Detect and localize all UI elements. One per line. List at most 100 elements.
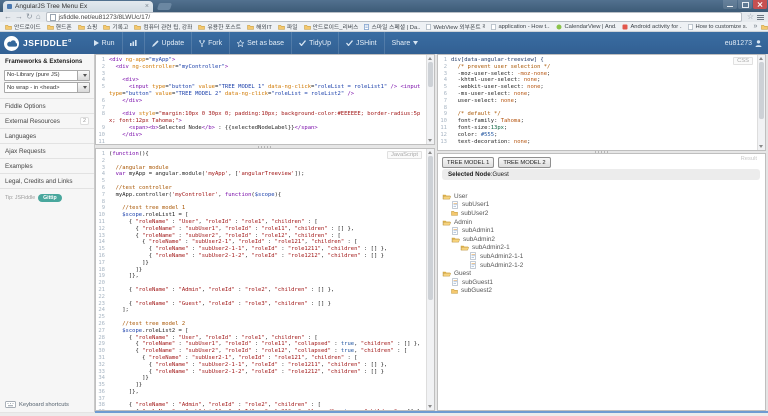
code-text: ]} xyxy=(107,382,434,389)
reload-icon[interactable]: ↻ xyxy=(26,13,33,21)
bookmark-item[interactable]: 기록고 xyxy=(103,22,128,31)
browser-tab[interactable]: AngularJS Tree Menu Ex × xyxy=(3,1,153,12)
gittip-button[interactable]: Gittip xyxy=(38,194,62,202)
line-number: 16 xyxy=(96,253,107,260)
bookmark-item[interactable]: 핸드폰 xyxy=(47,22,72,31)
html-code[interactable]: 1<div ng-app="myApp">2 <div ng-controlle… xyxy=(96,57,434,144)
update-button[interactable]: Update xyxy=(144,32,192,54)
code-text: //test controller xyxy=(107,185,434,192)
bookmark-item[interactable]: 유용한 포스트 xyxy=(198,22,241,31)
code-line: 22 xyxy=(96,294,434,301)
folder-icon xyxy=(78,24,85,30)
code-line: 37 xyxy=(96,396,434,403)
code-text: //angular module xyxy=(107,165,434,172)
bookmark-item[interactable]: 스마일 스페셜 | Da.. xyxy=(364,22,420,31)
tree-node-subadmin2-1-1[interactable]: subAdmin2-1-1 xyxy=(442,252,757,261)
browser-window: AngularJS Tree Menu Ex × ← → ↻ ⌂ jsfiddl… xyxy=(0,0,768,416)
jsfiddle-logo[interactable] xyxy=(4,36,19,51)
back-icon[interactable]: ← xyxy=(4,13,12,21)
bookmark-item[interactable]: application - How t... xyxy=(491,24,550,30)
bookmark-item[interactable]: 파일 xyxy=(278,22,298,31)
share-button[interactable]: Share xyxy=(384,32,426,54)
tree-node-subadmin1[interactable]: subAdmin1 xyxy=(442,226,757,235)
css-scrollbar[interactable] xyxy=(757,55,765,150)
keyboard-shortcuts-link[interactable]: Keyboard shortcuts xyxy=(5,401,69,408)
js-code[interactable]: 1(function(){2 3 //angular module4 var m… xyxy=(96,151,434,410)
sidebar-section-legal-credits-and-links[interactable]: Legal, Credits and Links xyxy=(0,174,94,189)
close-button[interactable] xyxy=(753,0,767,9)
tree-node-subadmin2[interactable]: subAdmin2 xyxy=(442,235,757,244)
css-editor-panel[interactable]: 1div[data-angular-treeview] {2 /* preven… xyxy=(437,54,766,151)
framework-select[interactable]: No-Library (pure JS) xyxy=(4,70,90,81)
tidyup-button[interactable]: TidyUp xyxy=(291,32,338,54)
tree-node-guest[interactable]: Guest xyxy=(442,269,757,278)
bookmark-item[interactable]: 안드로이드_리버스 xyxy=(304,22,359,31)
bookmark-item[interactable]: WebView 외부폰트 적.. xyxy=(426,22,485,31)
line-number: 36 xyxy=(96,389,107,396)
js-scrollbar[interactable] xyxy=(426,149,434,410)
line-number: 9 xyxy=(96,205,107,212)
close-icon xyxy=(757,2,763,8)
sidebar-section-ajax-requests[interactable]: Ajax Requests xyxy=(0,144,94,159)
tree-model-1-button[interactable]: TREE MODEL 1 xyxy=(442,157,494,168)
tree-node-subguest1[interactable]: subGuest1 xyxy=(442,278,757,287)
chart-button[interactable] xyxy=(122,32,144,54)
toolbar-button-label: Set as base xyxy=(247,40,284,47)
tree-node-subuser2[interactable]: subUser2 xyxy=(442,209,757,218)
html-editor-panel[interactable]: 1<div ng-app="myApp">2 <div ng-controlle… xyxy=(95,54,435,145)
tree-node-subguest2[interactable]: subGuest2 xyxy=(442,287,757,296)
bookmark-item[interactable]: How to customize s... xyxy=(688,24,747,30)
wrap-select[interactable]: No wrap - in <head> xyxy=(4,82,90,93)
line-number: 25 xyxy=(96,314,107,321)
folder-icon xyxy=(278,24,285,30)
sidebar-section-fiddle-options[interactable]: Fiddle Options xyxy=(0,99,94,114)
css-code[interactable]: 1div[data-angular-treeview] {2 /* preven… xyxy=(438,57,765,150)
set-as-base-button[interactable]: Set as base xyxy=(229,32,291,54)
code-text: font-size:13px; xyxy=(449,125,765,132)
fork-button[interactable]: Fork xyxy=(191,32,229,54)
js-editor-panel[interactable]: 1(function(){2 3 //angular module4 var m… xyxy=(95,148,435,411)
address-bar[interactable]: jsfiddle.net/eu81273/8LWUc/17/ xyxy=(46,12,742,22)
tree-node-subadmin2-1-2[interactable]: subAdmin2-1-2 xyxy=(442,261,757,270)
code-line: 23 { "roleName" : "Guest", "roleId" : "r… xyxy=(96,301,434,308)
bookmark-star-icon[interactable]: ☆ xyxy=(747,13,754,21)
bookmarks-overflow-chevron[interactable]: » xyxy=(753,23,757,30)
sidebar-section-languages[interactable]: Languages xyxy=(0,129,94,144)
code-line: 19 ]}, xyxy=(96,273,434,280)
tree-node-user[interactable]: User xyxy=(442,192,757,201)
run-button[interactable]: Run xyxy=(86,32,122,54)
bookmark-item[interactable]: Android activity for ... xyxy=(622,24,682,30)
code-line: 9 /* default */ xyxy=(438,111,765,118)
maximize-button[interactable] xyxy=(738,0,752,9)
code-line: 5 <input type="button" value="TREE MODEL… xyxy=(96,84,434,98)
code-text: /* prevent user selection */ xyxy=(449,64,765,71)
sidebar-section-external-resources[interactable]: External Resources2 xyxy=(0,114,94,129)
user-menu[interactable]: eu81273 xyxy=(725,40,768,47)
menu-icon[interactable] xyxy=(757,14,764,21)
minimize-button[interactable] xyxy=(723,0,737,9)
line-number: 39 xyxy=(96,409,107,410)
bookmark-item[interactable]: CalendarView | And... xyxy=(556,24,616,30)
tree-node-admin[interactable]: Admin xyxy=(442,218,757,227)
tree-node-subadmin2-1[interactable]: subAdmin2-1 xyxy=(442,244,757,253)
framework-select-value: No-Library (pure JS) xyxy=(5,72,77,78)
tab-close-icon[interactable]: × xyxy=(145,4,149,9)
line-number: 4 xyxy=(96,171,107,178)
jshint-button[interactable]: JSHint xyxy=(338,32,384,54)
other-bookmarks-button[interactable]: 기타 북마크 xyxy=(761,22,768,31)
sidebar-section-examples[interactable]: Examples xyxy=(0,159,94,174)
bookmark-item[interactable]: 컴퓨터 관련 팁, 강좌 xyxy=(134,22,192,31)
home-icon[interactable]: ⌂ xyxy=(36,13,41,21)
bookmark-item[interactable]: 해외IT xyxy=(247,22,272,31)
bookmark-item[interactable]: 안드로이드 xyxy=(5,22,41,31)
new-tab-button[interactable] xyxy=(157,3,172,10)
html-scrollbar[interactable] xyxy=(426,55,434,144)
code-text: { "roleName" : "subUser2-1-1", "roleId" … xyxy=(107,362,434,369)
line-number: 2 xyxy=(438,64,449,71)
forward-icon[interactable]: → xyxy=(15,13,23,21)
tree-node-subuser1[interactable]: subUser1 xyxy=(442,201,757,210)
bookmark-item[interactable]: 쇼핑 xyxy=(78,22,98,31)
code-text: ]}, xyxy=(107,273,434,280)
toolbar-button-label: Update xyxy=(162,40,185,47)
tree-model-2-button[interactable]: TREE MODEL 2 xyxy=(498,157,550,168)
